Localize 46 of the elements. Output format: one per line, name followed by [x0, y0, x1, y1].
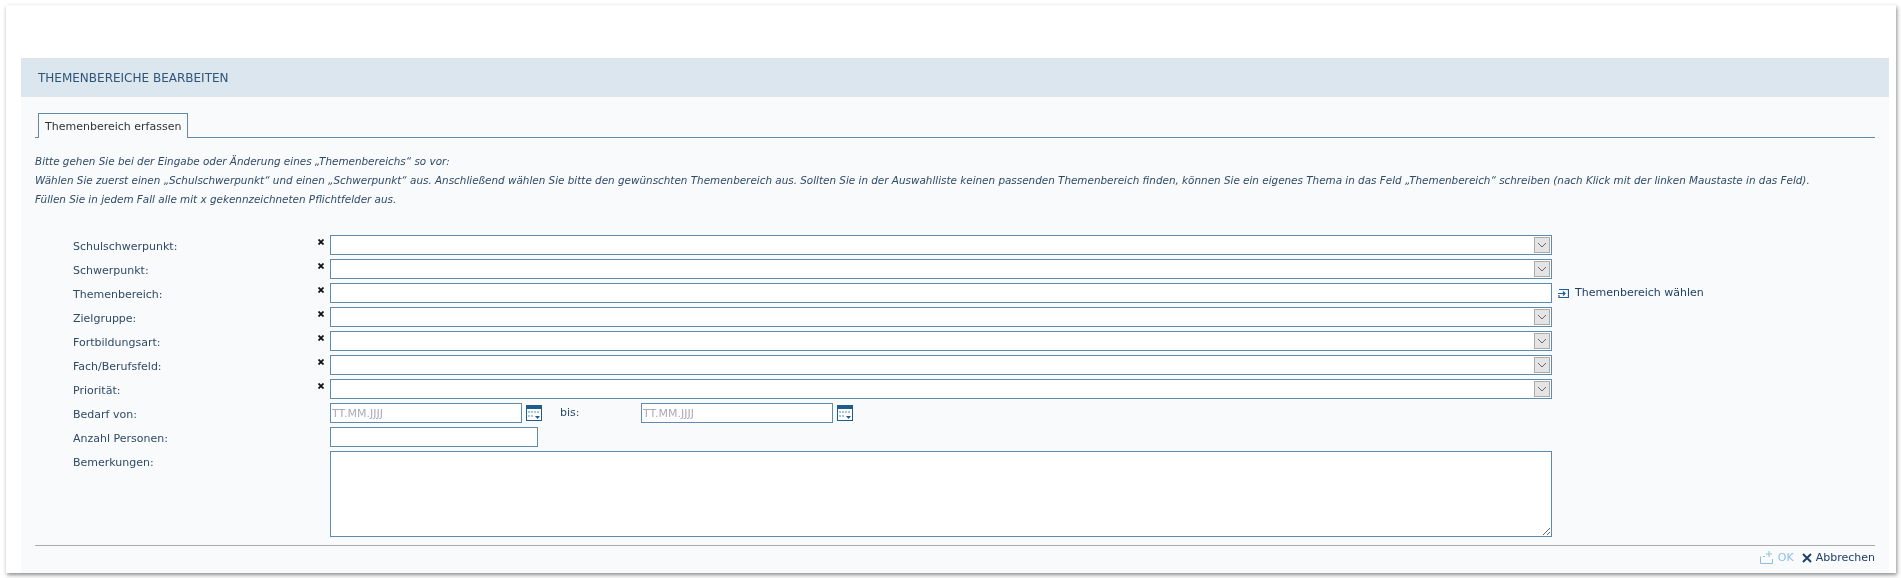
date-field[interactable]: TT.MM.JJJJ: [641, 403, 833, 423]
field-label: Schulschwerpunkt:: [73, 239, 179, 255]
export-icon: [1759, 551, 1774, 564]
dropdown-field[interactable]: [330, 259, 1552, 279]
field-label: Anzahl Personen:: [73, 431, 169, 447]
dropdown-button[interactable]: [1534, 357, 1550, 373]
instruction-text: Wählen Sie zuerst einen „Schulschwerpunkt“ und einen „Schwerpunkt“ aus. Anschließend wählen Sie bitte den gewünschten Themenbereich aus. Sollten Sie in der Auswahlliste keinen passenden Themenbereich finden, können Sie ein eigenes Thema in das Feld „Themenbereich“ schreiben (nach Klick mit der linken Maustaste in das Feld).: [35, 173, 1811, 188]
field-label: bis:: [559, 405, 581, 421]
chevron-down-icon: [1537, 314, 1547, 320]
dropdown-field[interactable]: [330, 307, 1552, 327]
dropdown-button[interactable]: [1534, 333, 1550, 349]
dropdown-field[interactable]: [330, 331, 1552, 351]
chevron-down-icon: [1537, 362, 1547, 368]
input-field[interactable]: [330, 427, 538, 447]
field-label: Fortbildungsart:: [73, 335, 162, 351]
field-label: Bemerkungen:: [73, 455, 155, 471]
chevron-down-icon: [1537, 242, 1547, 248]
import-icon: [1558, 288, 1569, 298]
dropdown-field[interactable]: [330, 355, 1552, 375]
dialog-title: THEMENBEREICHE BEARBEITEN: [38, 70, 229, 85]
close-icon: [1801, 552, 1812, 563]
instruction-text: Bitte gehen Sie bei der Eingabe oder Änderung eines „Themenbereichs“ so vor:: [35, 154, 451, 169]
dropdown-button[interactable]: [1534, 237, 1550, 253]
chevron-down-icon: [1537, 386, 1547, 392]
cancel-button[interactable]: Abbrechen: [1801, 551, 1875, 564]
dropdown-button[interactable]: [1534, 261, 1550, 277]
text-area[interactable]: [330, 451, 1552, 537]
chevron-down-icon: [1537, 338, 1547, 344]
field-label: Zielgruppe:: [73, 311, 138, 327]
field-label: Schwerpunkt:: [73, 263, 150, 279]
field-label: Priorität:: [73, 383, 122, 399]
dropdown-button[interactable]: [1534, 309, 1550, 325]
field-label: Themenbereich:: [73, 287, 164, 303]
calendar-icon[interactable]: [526, 405, 542, 421]
dropdown-field[interactable]: [330, 235, 1552, 255]
instruction-text: Füllen Sie in jedem Fall alle mit x gekennzeichneten Pflichtfelder aus.: [35, 192, 398, 207]
date-field[interactable]: TT.MM.JJJJ: [330, 403, 522, 423]
calendar-icon[interactable]: [837, 405, 853, 421]
input-field[interactable]: [330, 283, 1552, 303]
dropdown-field[interactable]: [330, 379, 1552, 399]
choose-link[interactable]: Themenbereich wählen: [1558, 283, 1704, 303]
tab[interactable]: Themenbereich erfassen: [38, 113, 189, 138]
dropdown-button[interactable]: [1534, 381, 1550, 397]
field-label: Fach/Berufsfeld:: [73, 359, 163, 375]
field-label: Bedarf von:: [73, 407, 138, 423]
chevron-down-icon: [1537, 266, 1547, 272]
